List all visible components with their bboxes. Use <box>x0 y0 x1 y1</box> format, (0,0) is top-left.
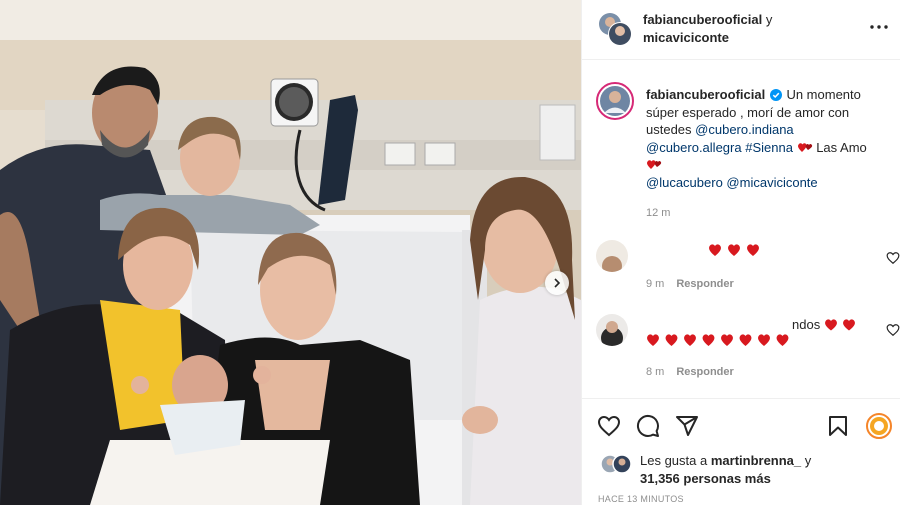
action-bar <box>582 398 900 452</box>
caption-text: fabiancuberooficial Un momento súper esp… <box>646 86 886 191</box>
likes-user[interactable]: martinbrenna_ <box>711 453 801 468</box>
caption-timestamp: 12 m <box>646 207 671 219</box>
coauthor-joiner: y <box>765 12 773 27</box>
caption-text-2: Las Amo <box>816 139 867 155</box>
avatar-icon <box>596 240 628 272</box>
comment-hearts <box>708 243 762 262</box>
double-heart-emoji-icon <box>797 142 812 152</box>
post-age: HACE 13 MINUTOS <box>598 494 684 504</box>
caption-avatar[interactable] <box>596 82 634 120</box>
comment-bubble-icon <box>636 414 659 437</box>
comment-text-tail: ndos <box>792 317 821 332</box>
like-button[interactable] <box>596 413 622 439</box>
comment-avatar[interactable] <box>596 314 628 346</box>
likes-prefix: Les gusta a <box>640 453 708 468</box>
post-authors: fabiancuberooficial y micaviciconte <box>643 11 843 47</box>
mention-luca[interactable]: @lucacubero <box>646 175 723 190</box>
heart-outline-icon[interactable] <box>886 251 900 265</box>
coauthor-username[interactable]: micaviciconte <box>643 30 729 45</box>
comment-meta: 8 m Responder <box>646 366 734 378</box>
likes-joiner: y <box>804 453 812 468</box>
comment-time: 9 m <box>646 278 665 290</box>
avatar-icon <box>596 314 628 346</box>
double-heart-emoji-icon <box>647 160 662 169</box>
heart-emoji-icon <box>824 319 855 331</box>
caption-username[interactable]: fabiancuberooficial <box>646 87 765 102</box>
post-side-panel: fabiancuberooficial y micaviciconte fabi… <box>581 0 900 505</box>
hashtag-sienna[interactable]: #Sienna <box>745 140 793 155</box>
chevron-right-icon <box>554 278 561 288</box>
author-username[interactable]: fabiancuberooficial <box>643 12 762 27</box>
photo-illustration <box>0 0 581 505</box>
mention-mica[interactable]: @micaviciconte <box>726 175 817 190</box>
mention-allegra[interactable]: @cubero.allegra <box>646 140 742 155</box>
likes-count[interactable]: 31,356 personas más <box>640 471 771 486</box>
ellipsis-icon <box>870 25 888 29</box>
heart-outline-icon[interactable] <box>886 323 900 337</box>
post-header: fabiancuberooficial y micaviciconte <box>582 0 900 60</box>
heart-emoji-row-icon <box>647 334 789 346</box>
comment-hearts <box>646 333 794 352</box>
paper-plane-icon <box>676 416 698 436</box>
likes-text: Les gusta a martinbrenna_ y 31,356 perso… <box>640 452 880 488</box>
avatar-ring-button[interactable] <box>866 413 892 439</box>
reply-button[interactable]: Responder <box>676 366 733 378</box>
comment-avatar[interactable] <box>596 240 628 272</box>
post-photo <box>0 0 581 505</box>
comment-time: 8 m <box>646 366 665 378</box>
comment-meta: 9 m Responder <box>646 278 734 290</box>
avatar-icon <box>596 82 634 120</box>
next-photo-button[interactable] <box>545 271 569 295</box>
liker-avatars-icon <box>600 454 632 474</box>
likes-avatars <box>600 454 634 474</box>
coauthor-avatars <box>599 13 632 46</box>
comment-button[interactable] <box>635 413 661 439</box>
mention-indiana[interactable]: @cubero.indiana <box>695 122 793 137</box>
comment-text: ndos <box>792 316 858 334</box>
heart-outline-icon <box>597 415 621 437</box>
heart-emoji-icon <box>709 244 759 256</box>
save-button[interactable] <box>825 413 851 439</box>
author-avatar[interactable] <box>597 11 633 47</box>
story-ring-icon <box>866 413 892 439</box>
reply-button[interactable]: Responder <box>676 278 733 290</box>
verified-badge-icon <box>769 89 782 101</box>
bookmark-icon <box>829 416 847 436</box>
more-options-button[interactable] <box>867 17 891 37</box>
share-button[interactable] <box>674 413 700 439</box>
